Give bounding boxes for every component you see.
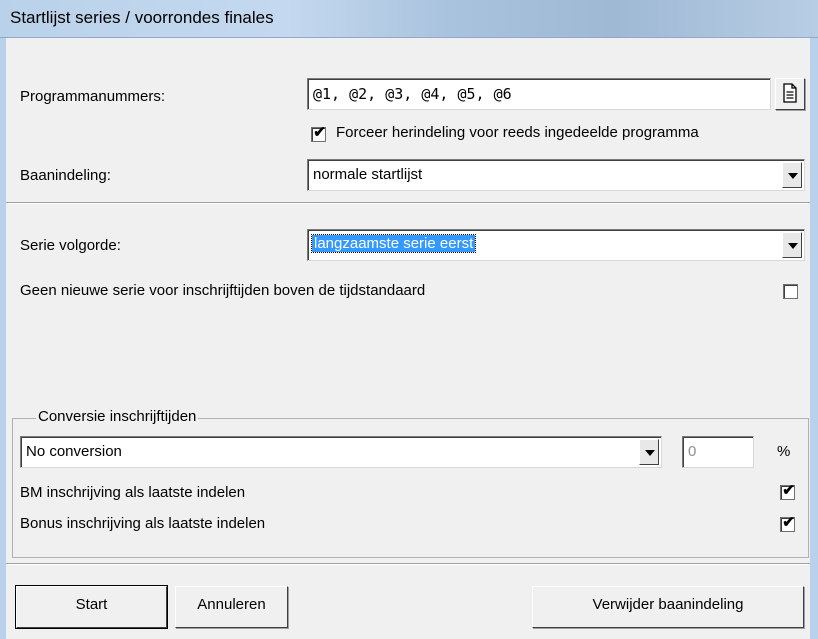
conversie-percent-input[interactable]: 0 bbox=[682, 436, 754, 468]
serie-volgorde-value: langzaamste serie eerst bbox=[310, 234, 477, 253]
serie-volgorde-label: Serie volgorde: bbox=[20, 237, 121, 254]
serie-volgorde-dropdown-button[interactable] bbox=[782, 232, 802, 258]
start-button[interactable]: Start bbox=[15, 585, 168, 629]
forceer-label[interactable]: Forceer herindeling voor reeds ingedeeld… bbox=[336, 124, 699, 141]
geen-nieuwe-serie-checkbox[interactable] bbox=[783, 284, 798, 299]
chevron-down-icon bbox=[788, 243, 798, 249]
geen-nieuwe-serie-label: Geen nieuwe serie voor inschrijftijden b… bbox=[20, 282, 426, 299]
programmanummers-label: Programmanummers: bbox=[20, 88, 166, 105]
bonus-inschrijving-checkbox[interactable]: ✔ bbox=[780, 514, 795, 532]
percent-unit: % bbox=[777, 443, 791, 460]
title-bar[interactable]: Startlijst series / voorrondes finales bbox=[0, 0, 818, 38]
document-icon bbox=[776, 83, 804, 103]
programmanummers-browse-button[interactable] bbox=[775, 78, 805, 110]
conversie-value: No conversion bbox=[26, 443, 122, 460]
programmanummers-value: @1, @2, @3, @4, @5, @6 bbox=[313, 85, 512, 103]
chevron-down-icon bbox=[645, 450, 655, 456]
check-icon: ✔ bbox=[782, 482, 795, 499]
bonus-inschrijving-label: Bonus inschrijving als laatste indelen bbox=[20, 515, 266, 532]
baanindeling-dropdown-button[interactable] bbox=[782, 162, 802, 188]
conversie-select[interactable]: No conversion bbox=[20, 436, 662, 468]
verwijder-baanindeling-button[interactable]: Verwijder baanindeling bbox=[532, 586, 804, 628]
serie-volgorde-select[interactable]: langzaamste serie eerst bbox=[307, 229, 805, 261]
chevron-down-icon bbox=[788, 173, 798, 179]
baanindeling-label: Baanindeling: bbox=[20, 167, 111, 184]
baanindeling-select[interactable]: normale startlijst bbox=[307, 159, 805, 191]
baanindeling-value: normale startlijst bbox=[313, 166, 423, 183]
conversie-dropdown-button[interactable] bbox=[639, 439, 659, 465]
conversie-percent-value: 0 bbox=[688, 443, 697, 460]
annuleren-button[interactable]: Annuleren bbox=[175, 586, 288, 628]
bm-inschrijving-checkbox[interactable]: ✔ bbox=[780, 482, 795, 500]
window-title: Startlijst series / voorrondes finales bbox=[10, 8, 274, 27]
window-frame-right bbox=[810, 38, 818, 639]
conversie-group-title: Conversie inschrijftijden bbox=[36, 408, 199, 425]
forceer-checkbox[interactable]: ✔ bbox=[311, 124, 326, 142]
divider bbox=[6, 202, 810, 204]
programmanummers-input[interactable]: @1, @2, @3, @4, @5, @6 bbox=[307, 78, 771, 110]
check-icon: ✔ bbox=[313, 124, 326, 141]
bm-inschrijving-label: BM inschrijving als laatste indelen bbox=[20, 484, 246, 501]
divider bbox=[6, 563, 810, 565]
check-icon: ✔ bbox=[782, 514, 795, 531]
